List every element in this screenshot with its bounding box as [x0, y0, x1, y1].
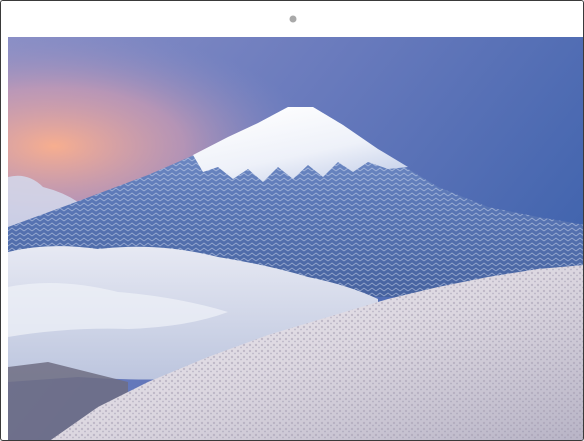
device-frame — [0, 0, 584, 441]
mountain-landscape-image — [8, 37, 583, 440]
camera-dot-icon — [289, 15, 297, 23]
wallpaper-photo — [8, 37, 583, 440]
device-top-bezel — [1, 1, 583, 37]
